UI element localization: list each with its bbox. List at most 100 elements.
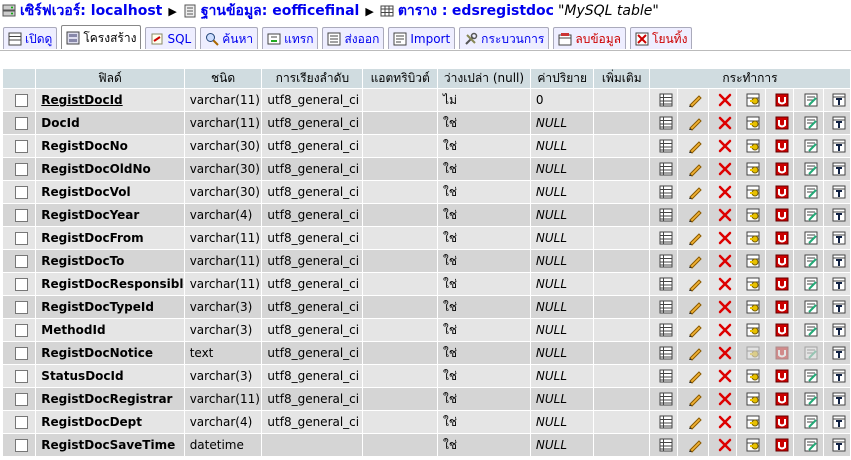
edit-icon[interactable] [687,299,703,315]
edit-icon[interactable] [687,391,703,407]
fulltext-icon[interactable] [831,322,847,338]
field-name[interactable]: RegistDocYear [35,203,185,227]
fulltext-icon[interactable] [831,276,847,292]
edit-icon[interactable] [687,276,703,292]
delete-icon[interactable] [717,322,733,338]
unique-icon[interactable] [774,92,790,108]
row-checkbox[interactable] [15,117,29,130]
edit-icon[interactable] [687,368,703,384]
field-name[interactable]: RegistDocVol [35,180,185,204]
browse-distinct-icon[interactable] [658,230,674,246]
primary-key-icon[interactable] [745,207,761,223]
primary-key-icon[interactable] [745,138,761,154]
row-checkbox[interactable] [15,324,29,337]
server-link[interactable]: เซิร์ฟเวอร์: localhost [20,0,162,22]
index-icon[interactable] [803,276,819,292]
row-checkbox[interactable] [15,209,29,222]
primary-key-icon[interactable] [745,437,761,453]
index-icon[interactable] [803,230,819,246]
field-name[interactable]: StatusDocId [35,364,185,388]
delete-icon[interactable] [717,92,733,108]
browse-distinct-icon[interactable] [658,161,674,177]
unique-icon[interactable] [774,184,790,200]
tab-search[interactable]: ค้นหา [200,27,259,49]
fulltext-icon[interactable] [831,92,847,108]
fulltext-icon[interactable] [831,391,847,407]
field-name[interactable]: RegistDocDept [35,410,185,434]
fulltext-icon[interactable] [831,345,847,361]
index-icon[interactable] [803,184,819,200]
delete-icon[interactable] [717,115,733,131]
row-checkbox[interactable] [15,94,29,107]
tab-operations[interactable]: กระบวนการ [459,27,550,49]
field-name[interactable]: RegistDocTo [35,249,185,273]
unique-icon[interactable] [774,322,790,338]
field-name[interactable]: MethodId [35,318,185,342]
primary-key-icon[interactable] [745,414,761,430]
index-icon[interactable] [803,207,819,223]
browse-distinct-icon[interactable] [658,299,674,315]
delete-icon[interactable] [717,368,733,384]
edit-icon[interactable] [687,138,703,154]
row-checkbox[interactable] [15,301,29,314]
primary-key-icon[interactable] [745,391,761,407]
delete-icon[interactable] [717,253,733,269]
header-field[interactable]: ฟิลด์ [35,68,185,89]
unique-icon[interactable] [774,276,790,292]
tab-export[interactable]: ส่งออก [322,27,385,49]
fulltext-icon[interactable] [831,437,847,453]
row-checkbox[interactable] [15,439,29,452]
delete-icon[interactable] [717,276,733,292]
index-icon[interactable] [803,391,819,407]
unique-icon[interactable] [774,207,790,223]
unique-icon[interactable] [774,230,790,246]
field-name[interactable]: RegistDocOldNo [35,157,185,181]
edit-icon[interactable] [687,161,703,177]
browse-distinct-icon[interactable] [658,92,674,108]
field-name[interactable]: RegistDocRegistrar [35,387,185,411]
row-checkbox[interactable] [15,140,29,153]
browse-distinct-icon[interactable] [658,207,674,223]
row-checkbox[interactable] [15,232,29,245]
delete-icon[interactable] [717,345,733,361]
tab-drop[interactable]: โยนทิ้ง [630,27,693,49]
row-checkbox[interactable] [15,370,29,383]
edit-icon[interactable] [687,207,703,223]
unique-icon[interactable] [774,414,790,430]
delete-icon[interactable] [717,207,733,223]
browse-distinct-icon[interactable] [658,414,674,430]
unique-icon[interactable] [774,299,790,315]
fulltext-icon[interactable] [831,414,847,430]
index-icon[interactable] [803,161,819,177]
browse-distinct-icon[interactable] [658,368,674,384]
edit-icon[interactable] [687,322,703,338]
delete-icon[interactable] [717,299,733,315]
fulltext-icon[interactable] [831,230,847,246]
index-icon[interactable] [803,414,819,430]
index-icon[interactable] [803,138,819,154]
primary-key-icon[interactable] [745,92,761,108]
field-name[interactable]: RegistDocFrom [35,226,185,250]
field-name[interactable]: RegistDocResponsibler [35,272,185,296]
unique-icon[interactable] [774,138,790,154]
table-link[interactable]: edsregistdoc [452,3,554,19]
tab-sql[interactable]: SQL [145,27,197,49]
field-name[interactable]: DocId [35,111,185,135]
unique-icon[interactable] [774,161,790,177]
row-checkbox[interactable] [15,393,29,406]
index-icon[interactable] [803,437,819,453]
index-icon[interactable] [803,92,819,108]
delete-icon[interactable] [717,230,733,246]
index-icon[interactable] [803,368,819,384]
tab-browse[interactable]: เปิดดู [3,27,58,49]
fulltext-icon[interactable] [831,368,847,384]
browse-distinct-icon[interactable] [658,345,674,361]
edit-icon[interactable] [687,253,703,269]
edit-icon[interactable] [687,184,703,200]
tab-empty[interactable]: ลบข้อมูล [553,27,626,49]
delete-icon[interactable] [717,437,733,453]
browse-distinct-icon[interactable] [658,138,674,154]
field-name[interactable]: RegistDocId [35,88,185,112]
browse-distinct-icon[interactable] [658,322,674,338]
unique-icon[interactable] [774,253,790,269]
